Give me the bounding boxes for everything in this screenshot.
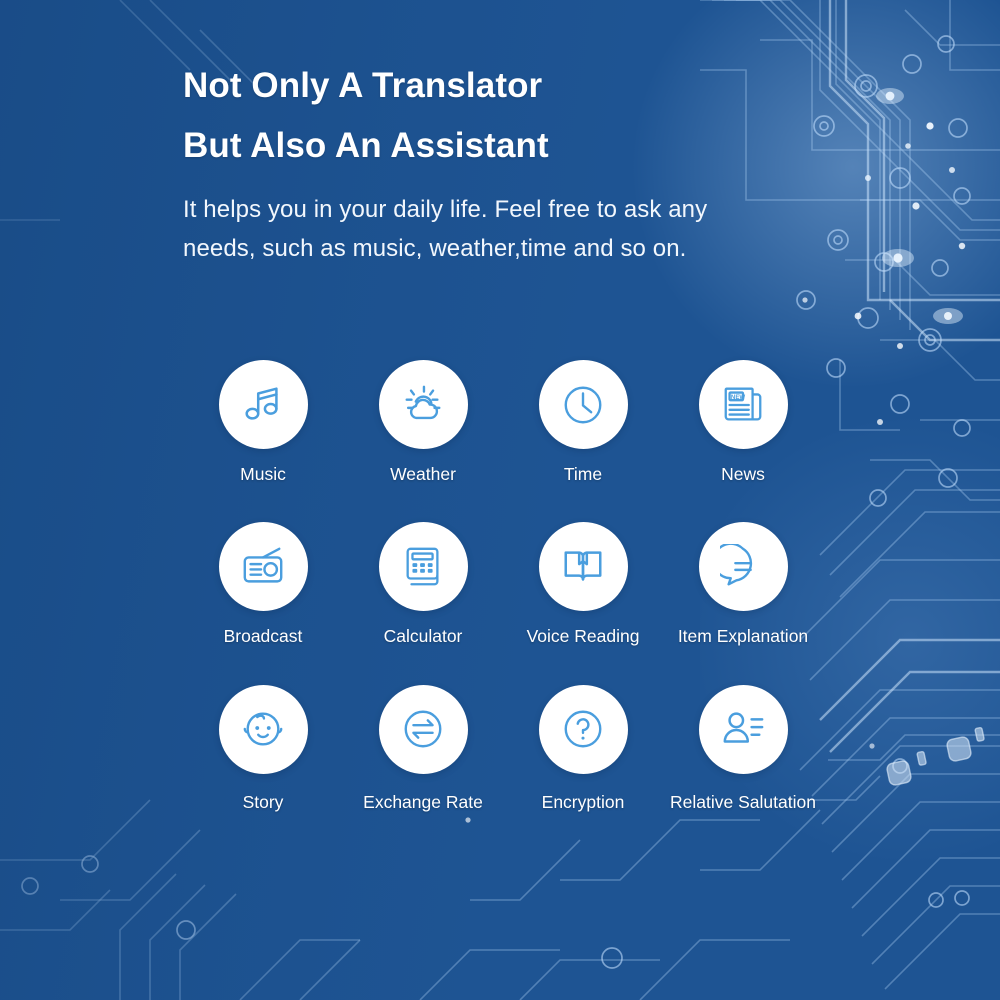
subheadline-line-1: It helps you in your daily life. Feel fr… <box>183 196 708 223</box>
newspaper-icon: NEW <box>724 387 762 421</box>
feature-label: Calculator <box>383 626 463 647</box>
news-bubble[interactable]: NEW <box>698 360 788 449</box>
headline-line-1: Not Only A Translator <box>183 66 543 105</box>
feature-item-calculator[interactable]: Calculator <box>343 522 503 646</box>
headline-line-2: But Also An Assistant <box>183 126 549 165</box>
weather-bubble[interactable] <box>378 360 468 449</box>
feature-label: Broadcast <box>223 626 303 647</box>
relative-salutation-bubble[interactable] <box>698 684 788 774</box>
promo-banner: Not Only A Translator But Also An Assist… <box>0 0 1000 1000</box>
feature-label: Music <box>240 464 286 484</box>
time-bubble[interactable] <box>538 360 628 449</box>
news-icon-text: NEW <box>731 393 746 400</box>
music-bubble[interactable] <box>218 360 308 449</box>
feature-label: Time <box>563 464 603 484</box>
feature-item-relative-salutation[interactable]: Relative Salutation <box>663 684 823 812</box>
clock-icon <box>564 386 602 423</box>
exchange-arrows-icon <box>404 710 442 748</box>
encryption-bubble[interactable] <box>538 684 628 774</box>
subheadline-line-2: needs, such as music, weather,time and s… <box>183 234 687 262</box>
feature-item-music[interactable]: Music <box>183 360 343 484</box>
feature-row: Broadcast Calculator Voice Reading Item … <box>183 522 823 646</box>
feature-item-exchange-rate[interactable]: Exchange Rate <box>343 684 503 812</box>
feature-item-story[interactable]: Story <box>183 684 343 812</box>
item-explanation-bubble[interactable] <box>698 522 788 612</box>
feature-label: Voice Reading <box>526 626 640 647</box>
feature-item-voice-reading[interactable]: Voice Reading <box>503 522 663 646</box>
question-mark-circle-icon <box>564 710 602 748</box>
feature-item-item-explanation[interactable]: Item Explanation <box>663 522 823 646</box>
feature-label: Story <box>242 791 284 812</box>
broadcast-bubble[interactable] <box>218 522 308 612</box>
baby-face-icon <box>243 712 283 746</box>
calculator-bubble[interactable] <box>378 522 468 612</box>
feature-row: Music Weather Time NEW News <box>183 360 823 484</box>
feature-row: Story Exchange Rate Encryption Relative … <box>183 684 823 812</box>
feature-item-broadcast[interactable]: Broadcast <box>183 522 343 646</box>
feature-label: News <box>721 464 765 484</box>
feature-label: Weather <box>390 464 456 484</box>
feature-item-news[interactable]: NEW News <box>663 360 823 484</box>
feature-item-time[interactable]: Time <box>503 360 663 484</box>
feature-grid: Music Weather Time NEW News Broadcast Ca… <box>183 360 823 850</box>
feature-label: Encryption <box>541 791 625 812</box>
feature-label: Exchange Rate <box>363 791 483 812</box>
feature-item-encryption[interactable]: Encryption <box>503 684 663 812</box>
hero-text-block: Not Only A Translator But Also An Assist… <box>183 68 843 269</box>
music-note-icon <box>245 386 278 420</box>
person-lines-icon <box>723 712 764 743</box>
radio-icon <box>243 547 283 583</box>
feature-label: Relative Salutation <box>670 791 816 812</box>
voice-reading-bubble[interactable] <box>538 522 628 612</box>
sun-cloud-icon <box>405 385 441 419</box>
open-book-icon <box>564 551 602 581</box>
story-bubble[interactable] <box>218 684 308 774</box>
speech-bubble-icon <box>720 543 753 586</box>
exchange-rate-bubble[interactable] <box>378 684 468 774</box>
feature-label: Item Explanation <box>677 626 809 647</box>
feature-item-weather[interactable]: Weather <box>343 360 503 484</box>
calculator-icon <box>406 547 439 586</box>
